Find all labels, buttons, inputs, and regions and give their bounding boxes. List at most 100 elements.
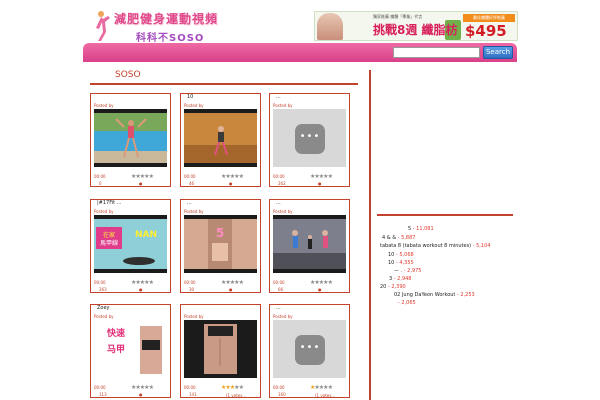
video-card[interactable]: ... Posted by 00:00 66 ★★★★★ ● [269,199,350,293]
video-thumbnail[interactable]: 快速 马甲 [94,320,167,378]
star-icon[interactable]: ★ [328,279,333,286]
video-card[interactable]: ... Posted by 5 00:00 30 ★★★★★ ● [180,199,261,293]
video-card[interactable]: Zoey Posted by 快速 马甲 00:00 113 ★★★★★ ● [90,304,171,398]
star-icon[interactable]: ★ [239,279,244,286]
video-card[interactable]: Posted by 00:00 141 ★★★★★ (1 votes... [180,304,261,398]
ranking-count: - 4,355 [395,260,414,266]
view-count: 30 [189,287,195,292]
posted-by-label: Posted by [273,103,293,108]
thumbnail-image [273,215,346,273]
view-count: 0 [99,181,102,186]
ranking-item[interactable]: 3 - 2,948 [389,276,412,282]
more-icon: ••• [295,335,325,365]
rating-dot-icon: ● [139,392,143,397]
ranking-title[interactable]: tabata 8 (tabata workout 8 minutes) [380,243,471,249]
rating-dot-icon: ● [229,287,233,292]
thumbnail-image [94,109,167,167]
ranking-title[interactable]: 4 & & [382,235,396,241]
video-card[interactable]: ... Posted by ••• 00:00 262 ★★★★★ ● [269,93,350,187]
ranking-count: - 5,068 [395,252,414,258]
more-icon: ••• [295,124,325,154]
ranking-item[interactable]: 4 & & - 5,887 [382,235,415,241]
ranking-title[interactable]: 5 [408,226,411,232]
star-icon[interactable]: ★ [328,173,333,180]
video-card[interactable]: 10 Posted by 00:00 46 ★★★★★ ● [180,93,261,187]
star-rating[interactable]: ★★★★★ [221,279,244,286]
star-rating[interactable]: ★★★★★ [221,173,244,180]
video-duration: 00:00 [184,174,196,179]
sidebar-divider [377,214,513,216]
site-logo[interactable]: 減肥健身運動視頻 科科不SOSO [90,8,217,44]
ranking-title[interactable]: — . [394,268,402,274]
video-thumbnail[interactable]: ••• [273,320,346,378]
video-thumbnail[interactable]: 5 [184,215,257,273]
video-thumbnail[interactable] [273,215,346,273]
banner-ad[interactable]: 獨家推薦 纖體「專業」代言 挑戰8週 纖脂枋 最佳纖體好評推薦 $495 [314,11,518,41]
ranking-item[interactable]: 10 - 5,068 [388,252,414,258]
video-thumbnail[interactable] [184,109,257,167]
posted-by-label: Posted by [94,103,114,108]
video-card[interactable]: Posted by 00:00 0 ★★★★★ ● [90,93,171,187]
star-icon[interactable]: ★ [239,173,244,180]
view-count: 160 [278,392,286,397]
ranking-item[interactable]: — . - 2,975 [394,268,422,274]
view-count: 141 [189,392,197,397]
logo-subtitle: 科科不SOSO [136,33,205,44]
video-title[interactable]: 10 [187,94,193,100]
search-input[interactable] [393,47,480,58]
ranking-item[interactable]: - 2,065 [398,300,416,306]
video-thumbnail[interactable] [184,320,257,378]
posted-by-label: Posted by [94,314,114,319]
video-card[interactable]: |#17Fit ... Posted by 在家 馬甲線 NAN 00:00 263 ★★★★… [90,199,171,293]
ranking-title[interactable]: 02 Jung DaYeon Workout [394,292,455,298]
video-thumbnail[interactable]: 在家 馬甲線 NAN [94,215,167,273]
search-button[interactable]: Search [483,46,513,59]
video-duration: 00:00 [184,280,196,285]
video-title[interactable]: ... [276,94,281,100]
video-card[interactable]: ... Posted by ••• 00:00 160 ★★★★★ (1 votes... [269,304,350,398]
column-divider [369,70,371,400]
video-duration: 00:00 [273,174,285,179]
star-rating[interactable]: ★★★★★ [221,384,244,391]
ranking-count: - 11,081 [412,226,434,232]
star-rating[interactable]: ★★★★★ [310,173,333,180]
ranking-title[interactable]: 3 [389,276,392,282]
star-rating[interactable]: ★★★★★ [131,173,154,180]
video-duration: 00:00 [94,385,106,390]
star-icon[interactable]: ★ [149,173,154,180]
view-count: 113 [99,392,107,397]
ranking-item[interactable]: 5 - 11,081 [408,226,434,232]
thumbnail-image [184,320,257,378]
banner-small-text: 獨家推薦 纖體「專業」代言 [373,14,423,19]
video-thumbnail[interactable]: ••• [273,109,346,167]
star-rating[interactable]: ★★★★★ [310,384,333,391]
star-icon[interactable]: ★ [149,279,154,286]
star-icon[interactable]: ★ [239,384,244,391]
video-title[interactable]: |#17Fit ... [97,200,121,206]
video-title[interactable]: ... [276,305,281,311]
video-duration: 00:00 [273,280,285,285]
ranking-item[interactable]: 02 Jung DaYeon Workout - 2,253 [394,292,475,298]
video-title[interactable]: ... [276,200,281,206]
video-title[interactable]: ... [187,200,192,206]
ranking-title[interactable]: 10 [388,252,394,258]
ranking-title[interactable]: 10 [388,260,394,266]
star-icon[interactable]: ★ [149,384,154,391]
star-rating[interactable]: ★★★★★ [131,384,154,391]
video-title[interactable]: Zoey [97,305,110,311]
svg-text:馬甲線: 馬甲線 [100,239,118,247]
ranking-item[interactable]: 10 - 4,355 [388,260,414,266]
svg-text:在家: 在家 [103,231,115,239]
star-icon[interactable]: ★ [328,384,333,391]
view-count: 46 [189,181,195,186]
posted-by-label: Posted by [273,314,293,319]
ranking-item[interactable]: tabata 8 (tabata workout 8 minutes) - 5,… [380,243,490,249]
star-rating[interactable]: ★★★★★ [310,279,333,286]
thumbnail-image: 在家馬甲線 NAN [94,215,167,273]
video-thumbnail[interactable] [94,109,167,167]
star-rating[interactable]: ★★★★★ [131,279,154,286]
ranking-title[interactable]: 20 [380,284,386,290]
posted-by-label: Posted by [94,209,114,214]
ranking-item[interactable]: 20 - 2,390 [380,284,406,290]
rating-dot-icon: ● [318,287,322,292]
